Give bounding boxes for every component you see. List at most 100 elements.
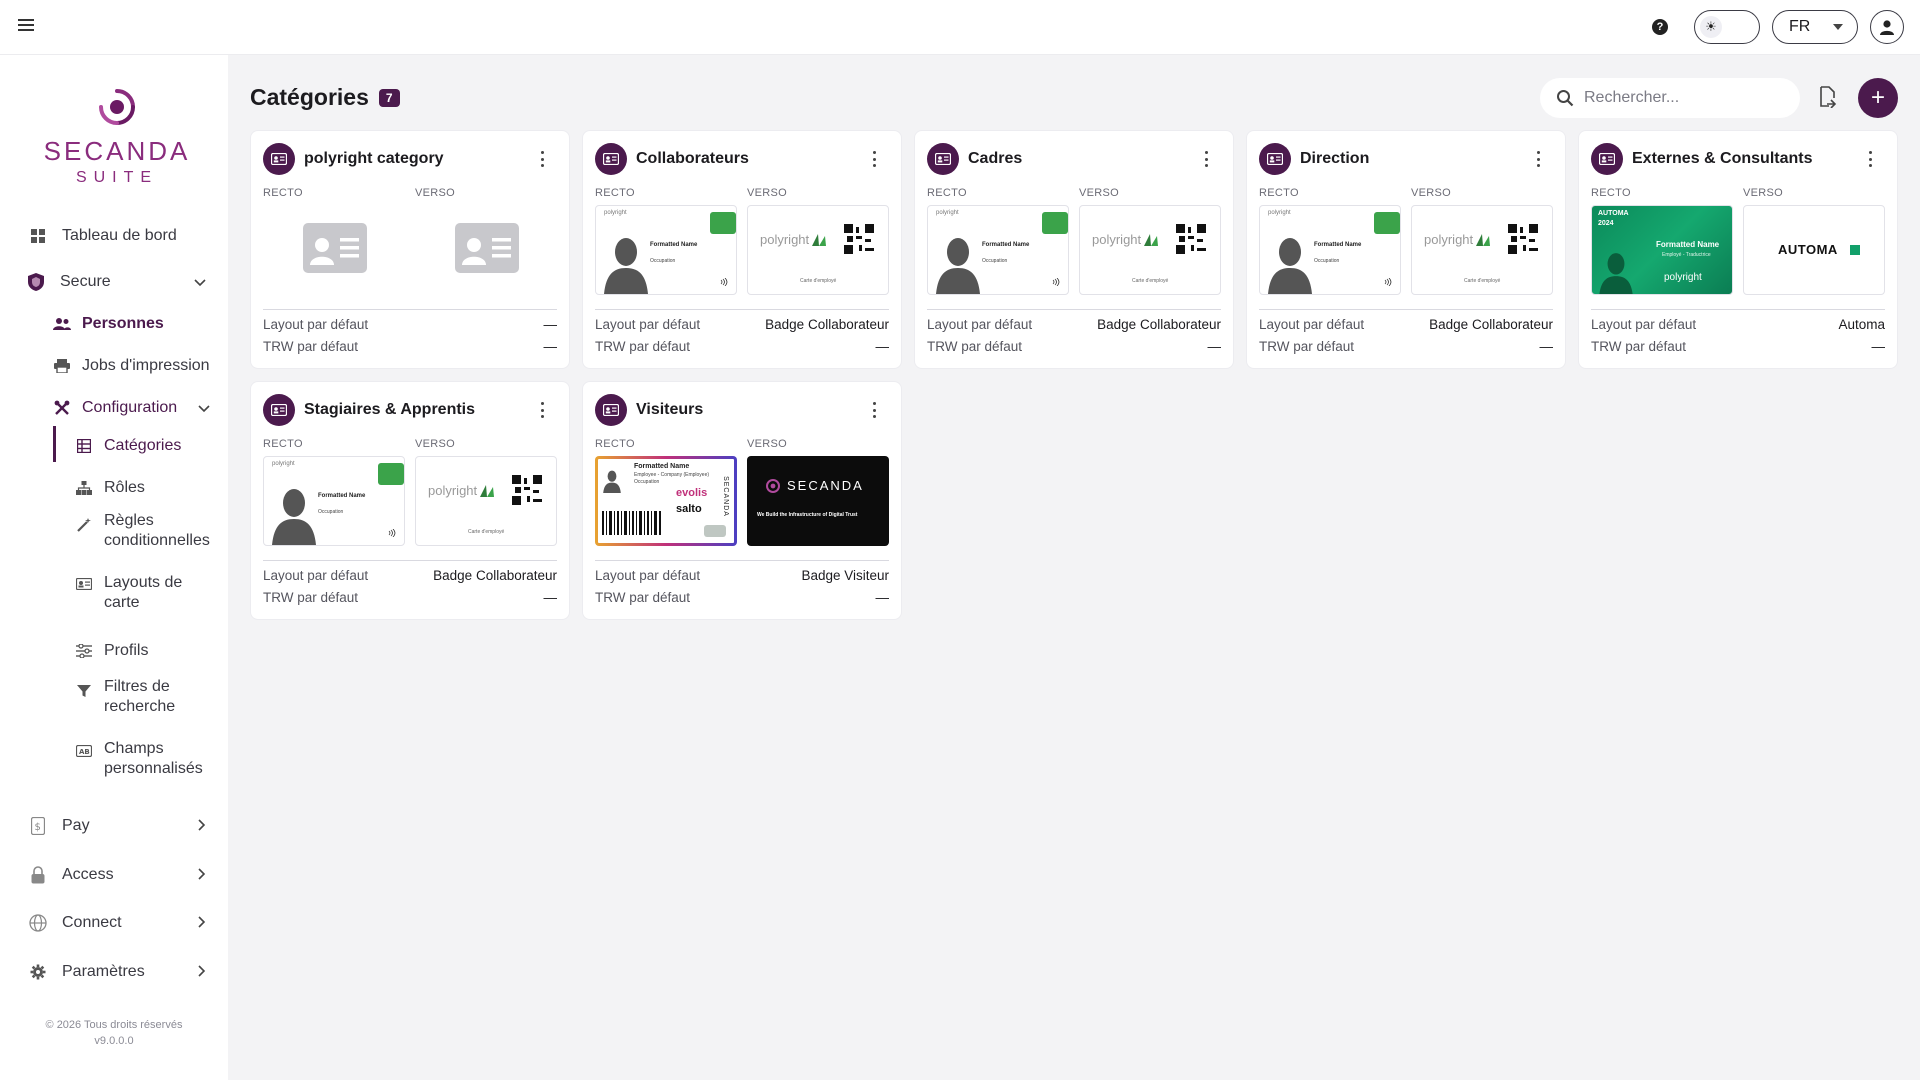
printer-icon xyxy=(52,359,72,373)
card-title: Externes & Consultants xyxy=(1632,150,1813,167)
polyright-leaf-icon xyxy=(812,234,826,246)
card-front-preview: polyright Formatted Name Occupation xyxy=(1259,205,1401,295)
card-title: Visiteurs xyxy=(636,401,704,418)
slogan-text: We Build the Infrastructure of Digital T… xyxy=(757,512,858,518)
id-card-icon xyxy=(595,143,627,175)
more-options-icon[interactable] xyxy=(1203,151,1209,167)
search-input[interactable] xyxy=(1584,89,1784,107)
search-box xyxy=(1540,78,1800,118)
menu-icon[interactable] xyxy=(18,19,34,37)
category-card-2[interactable]: Cadres RECTO VERSO polyright Formatted Na… xyxy=(914,130,1234,369)
sidebar-item-custom-fields[interactable]: AB Champs personnalisés xyxy=(74,739,228,779)
nfc-icon xyxy=(720,278,728,286)
card-header: Collaborateurs xyxy=(595,143,889,175)
sidebar-item-pay[interactable]: $ Pay xyxy=(28,817,228,835)
sidebar-item-label-wrap: Layouts de carte xyxy=(104,573,182,613)
layout-label: Layout par défaut xyxy=(1591,317,1697,332)
globe-icon xyxy=(28,914,48,932)
green-chip-icon xyxy=(1042,212,1068,234)
chevron-right-icon xyxy=(198,818,206,834)
sidebar-item-persons[interactable]: Personnes xyxy=(52,315,228,333)
card-header: Externes & Consultants xyxy=(1591,143,1885,175)
card-front-preview: Formatted Name Employee - Company (Employ… xyxy=(595,456,737,546)
card-back-preview: polyright Carte d'employé xyxy=(415,456,557,546)
sidebar-item-roles[interactable]: Rôles xyxy=(74,479,228,497)
sidebar-item-dashboard[interactable]: Tableau de bord xyxy=(28,227,228,245)
person-silhouette-icon xyxy=(1599,253,1633,294)
sidebar-item-conditional-rules[interactable]: Règles conditionnelles xyxy=(74,511,228,551)
trw-value: — xyxy=(1539,339,1554,354)
category-card-5[interactable]: Stagiaires & Apprentis RECTO VERSO polyr… xyxy=(250,381,570,620)
layout-row: Layout par défaut Badge Collaborateur xyxy=(595,317,889,332)
sidebar-item-label: Jobs d'impression xyxy=(82,357,210,374)
more-options-icon[interactable] xyxy=(871,151,877,167)
sidebar-item-print-jobs[interactable]: Jobs d'impression xyxy=(52,357,228,375)
card-header: Cadres xyxy=(927,143,1221,175)
person-silhouette-icon xyxy=(1268,238,1312,294)
brand-text: polyright xyxy=(604,210,627,216)
add-category-button[interactable]: + xyxy=(1858,78,1898,118)
sidebar-item-label: Rôles xyxy=(104,479,145,496)
chevron-right-icon xyxy=(198,867,206,883)
more-options-icon[interactable] xyxy=(871,402,877,418)
layout-row: Layout par défaut Badge Collaborateur xyxy=(1259,317,1553,332)
sidebar-item-connect[interactable]: Connect xyxy=(28,914,228,932)
more-options-icon[interactable] xyxy=(1535,151,1541,167)
svg-text:$: $ xyxy=(35,822,41,833)
sidebar-item-settings[interactable]: Paramètres xyxy=(28,963,228,981)
id-card-icon xyxy=(1259,143,1291,175)
user-account-button[interactable] xyxy=(1870,10,1904,44)
category-card-4[interactable]: Externes & Consultants RECTO VERSO AUTOM… xyxy=(1578,130,1898,369)
more-options-icon[interactable] xyxy=(1867,151,1873,167)
card-front-preview xyxy=(263,205,405,295)
theme-toggle[interactable]: ☀ xyxy=(1694,10,1760,44)
automa-logo-text: AUTOMA xyxy=(1598,210,1629,217)
layout-label: Layout par défaut xyxy=(1259,317,1365,332)
category-card-1[interactable]: Collaborateurs RECTO VERSO polyright Form… xyxy=(582,130,902,369)
automa-mark-icon xyxy=(1850,245,1860,255)
chevron-right-icon xyxy=(198,964,206,980)
sidebar-item-secure[interactable]: Secure xyxy=(26,272,228,292)
card-title: Direction xyxy=(1300,150,1370,167)
trw-row: TRW par défaut — xyxy=(263,590,557,605)
more-options-icon[interactable] xyxy=(539,151,545,167)
export-button[interactable] xyxy=(1818,86,1840,110)
more-options-icon[interactable] xyxy=(539,402,545,418)
brand-text: polyright xyxy=(428,483,478,498)
page-title: Catégories 7 xyxy=(250,84,400,111)
year-text: 2024 xyxy=(1598,220,1614,227)
layout-row: Layout par défaut Badge Visiteur xyxy=(595,568,889,583)
sidebar-item-categories[interactable]: Catégories xyxy=(74,437,228,455)
sidebar-item-card-layouts[interactable]: Layouts de carte xyxy=(74,573,228,613)
user-icon xyxy=(1880,20,1894,35)
layout-row: Layout par défaut Automa xyxy=(1591,317,1885,332)
person-silhouette-icon xyxy=(936,238,980,294)
layout-value: Badge Collaborateur xyxy=(765,317,889,332)
layout-label: Layout par défaut xyxy=(595,317,701,332)
brand-text: polyright xyxy=(1268,210,1291,216)
recto-label: RECTO xyxy=(927,187,967,199)
secanda-logo[interactable]: SECANDA SUITE xyxy=(34,87,200,187)
trw-value: — xyxy=(543,590,558,605)
sidebar-item-search-filters[interactable]: Filtres de recherche xyxy=(74,677,228,717)
sidebar-item-label: personnalisés xyxy=(104,760,203,777)
trw-label: TRW par défaut xyxy=(595,339,691,354)
filter-icon xyxy=(74,684,94,698)
sidebar-item-label: carte xyxy=(104,594,140,611)
language-select[interactable]: FR xyxy=(1772,10,1858,44)
sidebar-item-configuration[interactable]: Configuration xyxy=(52,399,228,417)
category-card-3[interactable]: Direction RECTO VERSO polyright Formatted… xyxy=(1246,130,1566,369)
count-badge: 7 xyxy=(378,88,400,107)
category-card-0[interactable]: polyright category RECTO VERSO Layout pa… xyxy=(250,130,570,369)
layout-row: Layout par défaut Badge Collaborateur xyxy=(927,317,1221,332)
help-icon[interactable]: ? xyxy=(1652,19,1668,35)
name-text: Formatted Name xyxy=(1314,242,1362,248)
sidebar-item-access[interactable]: Access xyxy=(28,866,228,884)
category-card-6[interactable]: Visiteurs RECTO VERSO Formatted Name Empl… xyxy=(582,381,902,620)
sidebar-item-profiles[interactable]: Profils xyxy=(74,642,228,660)
divider xyxy=(595,560,889,561)
id-card-placeholder-icon xyxy=(455,223,519,273)
sidebar-item-label: Profils xyxy=(104,642,149,659)
green-chip-icon xyxy=(1374,212,1400,234)
layout-row: Layout par défaut — xyxy=(263,317,557,332)
